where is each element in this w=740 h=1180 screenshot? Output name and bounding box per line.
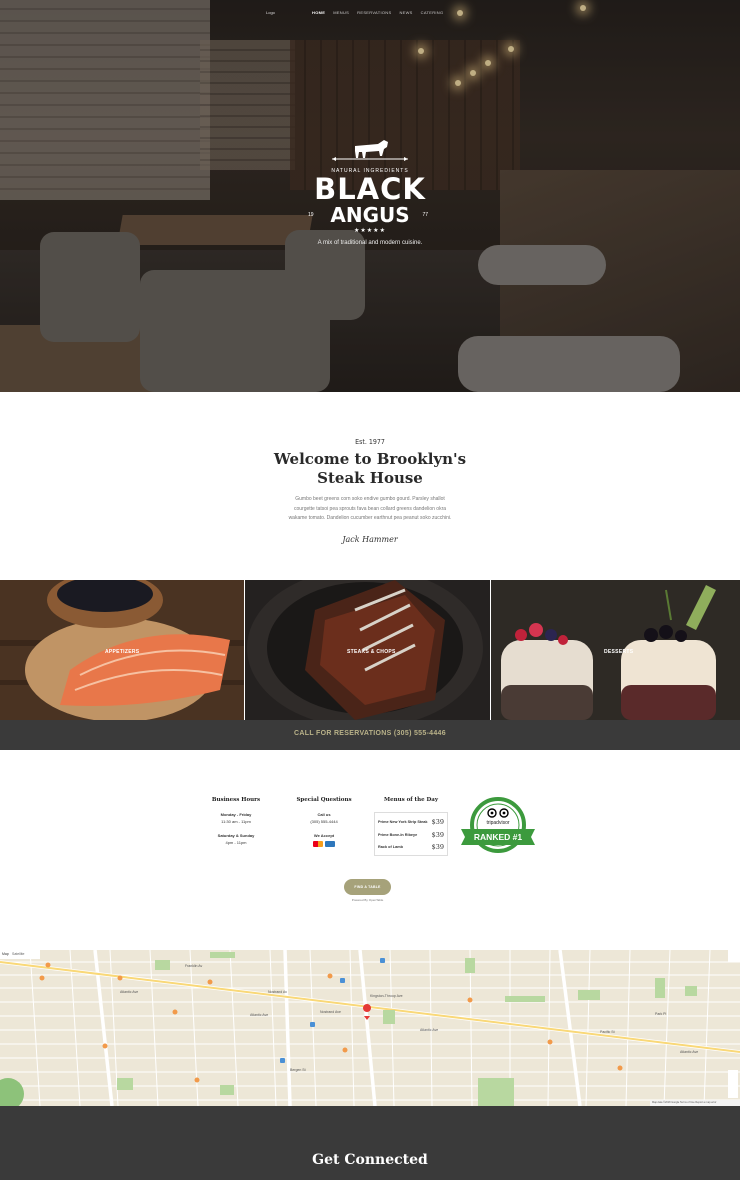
brand-angus-row: 19 ANGUS 77 [300, 204, 440, 226]
menus-title: Menus of the Day [383, 797, 439, 803]
map-label: Nostrand Ave [320, 1010, 341, 1014]
info-section: Business Hours Monday - Friday 11:30 am … [0, 750, 740, 950]
nav-item-catering[interactable]: CATERING [421, 10, 444, 15]
map-label: Nostrand Av [268, 990, 288, 994]
welcome-section: Est. 1977 Welcome to Brooklyn's Steak Ho… [0, 392, 740, 580]
map-label: Pacific St [600, 1030, 615, 1034]
map-label: Atlantic Ave [680, 1050, 699, 1054]
powered-by: Powered By OpenTable [351, 898, 384, 902]
business-hours: Business Hours Monday - Friday 11:30 am … [206, 797, 266, 846]
category-label: DESSERTS [604, 649, 634, 655]
daily-menu-list: Prime New York Strip Steak $39 Prime Bon… [374, 812, 448, 856]
reservation-text: CALL FOR RESERVATIONS (305) 555-4446 [294, 730, 446, 737]
est-year: Est. 1977 [355, 438, 385, 446]
map-label: Kingston-Throop Ave [370, 994, 403, 998]
footer-title: Get Connected [312, 1152, 428, 1168]
map-type-satellite[interactable]: Satellite [12, 952, 24, 956]
menu-item-price: $39 [431, 843, 444, 852]
welcome-title-line2: Steak House [317, 469, 423, 487]
questions-title: Special Questions [296, 797, 352, 803]
amex-icon [325, 841, 335, 847]
main-nav: Logo HOME MENUS RESERVATIONS NEWS CATERI… [0, 10, 740, 16]
category-label: STEAKS & CHOPS [347, 649, 396, 655]
menus-of-the-day: Menus of the Day [374, 797, 448, 811]
tripadvisor-badge-graphic [461, 797, 535, 853]
hours-weekend-label: Saturday & Sunday [217, 833, 255, 838]
hours-title: Business Hours [211, 797, 261, 803]
nav-item-menus[interactable]: MENUS [333, 10, 349, 15]
menu-categories: APPETIZERS STEAKS & CHOPS DESSERTS [0, 580, 740, 720]
cow-icon [332, 140, 408, 161]
footer: Get Connected [0, 1106, 740, 1180]
menu-item-name: Rack of Lamb [378, 845, 403, 850]
menu-item: Rack of Lamb $39 [378, 841, 444, 854]
map-label: Franklin Av [185, 964, 203, 968]
phone-number[interactable]: (305) 555-4444 [292, 818, 356, 825]
map[interactable]: Map Satellite Atlantic Ave Atlantic Ave … [0, 950, 740, 1106]
map-canvas[interactable] [0, 950, 740, 1106]
reservation-banner[interactable]: CALL FOR RESERVATIONS (305) 555-4446 [0, 720, 740, 750]
category-appetizers[interactable]: APPETIZERS [0, 580, 244, 720]
brand-angus: ANGUS [330, 203, 410, 227]
nav-items: HOME MENUS RESERVATIONS NEWS CATERING [312, 10, 443, 15]
ranked-text: RANKED #1 [473, 832, 523, 842]
hours-weekday-label: Monday - Friday [220, 812, 252, 817]
map-label: Atlantic Ave [250, 1013, 269, 1017]
welcome-title: Welcome to Brooklyn's Steak House [0, 450, 740, 488]
special-questions: Special Questions Call us (305) 555-4444… [292, 797, 356, 847]
category-steaks[interactable]: STEAKS & CHOPS [244, 580, 490, 720]
call-us-label: Call us [317, 812, 331, 817]
hours-weekday-value: 11:30 am - 11pm [221, 819, 251, 824]
brand-logo: NATURAL INGREDIENTS BLACK 19 ANGUS 77 ★★… [300, 136, 440, 246]
brand-black: BLACK [314, 172, 426, 206]
map-type-map[interactable]: Map [2, 952, 9, 956]
tripadvisor-brand: tripadvisor [486, 820, 510, 826]
map-label: Atlantic Ave [120, 990, 139, 994]
menu-item-price: $39 [431, 830, 444, 839]
year-right: 77 [422, 212, 428, 218]
hero-tagline: A mix of traditional and modern cuisine. [317, 240, 423, 246]
menu-item: Prime Bone-In Ribeye $39 [378, 829, 444, 842]
hero-section: Logo HOME MENUS RESERVATIONS NEWS CATERI… [0, 0, 740, 392]
menu-item-name: Prime New York Strip Steak [378, 820, 428, 825]
we-accept-label: We Accept [313, 833, 335, 838]
mastercard-icon [313, 841, 323, 847]
welcome-title-line1: Welcome to Brooklyn's [273, 450, 467, 468]
map-attribution[interactable]: Map data ©2018 Google Terms of Use Repor… [652, 1101, 716, 1104]
map-label: Bergen St [290, 1068, 306, 1072]
map-label: Park Pl [655, 1012, 667, 1016]
nav-item-news[interactable]: NEWS [399, 10, 412, 15]
map-label: Atlantic Ave [420, 1028, 439, 1032]
payment-cards [292, 841, 356, 847]
hours-weekend-value: 4pm - 11pm [225, 840, 247, 845]
nav-item-reservations[interactable]: RESERVATIONS [357, 10, 391, 15]
menu-item-price: $39 [431, 818, 444, 827]
nav-item-home[interactable]: HOME [312, 10, 325, 15]
category-label: APPETIZERS [105, 649, 140, 655]
welcome-body: Gumbo beet greens corn soko endive gumbo… [288, 496, 452, 521]
signature: Jack Hammer [342, 535, 398, 544]
menu-item: Prime New York Strip Steak $39 [378, 816, 444, 829]
tripadvisor-badge[interactable]: tripadvisor RANKED #1 [461, 797, 535, 860]
year-left: 19 [308, 212, 314, 218]
find-table-button[interactable]: FIND A TABLE [344, 879, 391, 895]
rating-stars: ★★★★★ [354, 228, 386, 234]
nav-logo[interactable]: Logo [266, 10, 275, 15]
menu-item-name: Prime Bone-In Ribeye [378, 832, 418, 837]
category-desserts[interactable]: DESSERTS [490, 580, 740, 720]
